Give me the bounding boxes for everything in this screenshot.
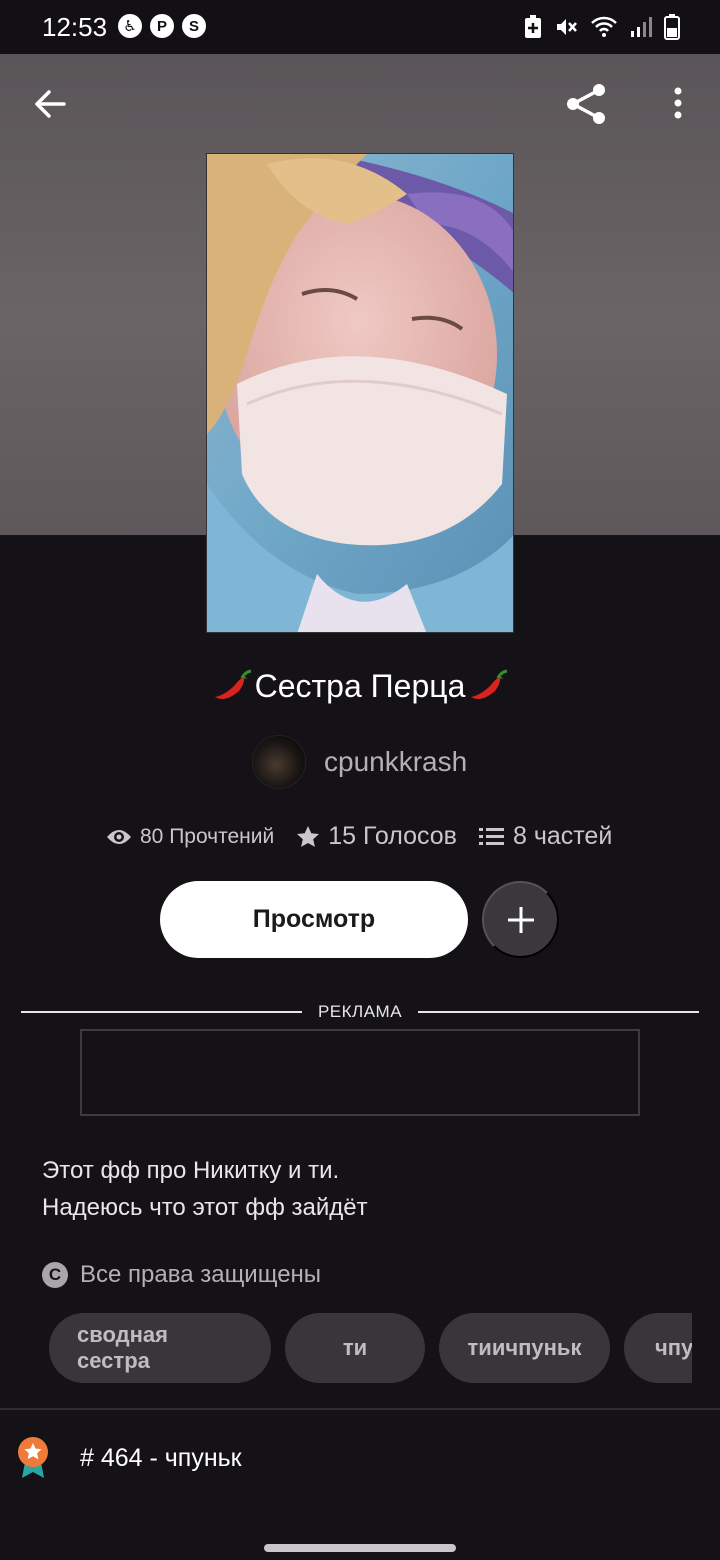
status-left-icons: ♿ P S bbox=[118, 14, 206, 38]
copyright-text: Все права защищены bbox=[80, 1261, 322, 1288]
pepper-icon bbox=[214, 669, 251, 699]
votes-count: 15 Голосов bbox=[328, 822, 457, 850]
author-avatar[interactable] bbox=[252, 735, 306, 789]
story-description: Этот фф про Никитку и ти. Надеюсь что эт… bbox=[42, 1152, 368, 1226]
ad-slot[interactable] bbox=[80, 1029, 640, 1116]
status-right-icons bbox=[524, 14, 680, 40]
ranking-row[interactable]: # 464 - чпуньк bbox=[16, 1436, 242, 1480]
battery-saver-icon bbox=[525, 15, 541, 38]
more-vert-icon bbox=[674, 87, 682, 119]
votes-stat: 15 Голосов bbox=[296, 822, 457, 851]
author-row[interactable]: cpunkkrash bbox=[252, 735, 467, 789]
story-cover-image[interactable] bbox=[206, 153, 514, 633]
copyright-row: C Все права защищены bbox=[42, 1261, 321, 1289]
wifi-icon bbox=[591, 16, 617, 37]
author-name[interactable]: cpunkkrash bbox=[324, 746, 467, 778]
status-time: 12:53 bbox=[42, 12, 108, 42]
back-arrow-icon bbox=[35, 90, 66, 118]
star-icon bbox=[297, 825, 320, 847]
cover-photo bbox=[207, 154, 513, 632]
mute-icon bbox=[557, 19, 577, 35]
pepper-icon bbox=[471, 669, 508, 699]
share-icon bbox=[567, 84, 605, 124]
story-title-text: Сестра Перца bbox=[254, 668, 466, 704]
accessibility-icon: ♿ bbox=[118, 14, 142, 38]
list-icon bbox=[478, 827, 504, 845]
plus-icon bbox=[507, 906, 534, 933]
tag-chip[interactable]: ти bbox=[285, 1313, 425, 1383]
tag-chip[interactable]: чпу bbox=[624, 1313, 692, 1383]
reads-stat: 80 Прочтений bbox=[106, 825, 274, 849]
tags-row: сводная сестра ти тиичпуньк чпу bbox=[49, 1313, 692, 1383]
home-indicator[interactable] bbox=[264, 1544, 456, 1552]
status-bar: 12:53 ♿ P S bbox=[0, 0, 720, 54]
add-to-library-button[interactable] bbox=[482, 881, 559, 958]
reads-count: 80 Прочтений bbox=[140, 824, 275, 848]
shazam-icon: S bbox=[182, 14, 206, 38]
view-button[interactable]: Просмотр bbox=[160, 881, 468, 958]
pinterest-icon: P bbox=[150, 14, 174, 38]
tag-chip[interactable]: тиичпуньк bbox=[439, 1313, 610, 1383]
story-stats: 80 Прочтений 15 Голосов 8 частей bbox=[106, 822, 612, 851]
tag-chip[interactable]: сводная сестра bbox=[49, 1313, 271, 1383]
parts-count: 8 частей bbox=[512, 822, 613, 850]
copyright-icon: C bbox=[42, 1262, 68, 1288]
ranking-badge-icon bbox=[18, 1437, 48, 1478]
ad-divider-left bbox=[21, 1011, 302, 1013]
battery-icon bbox=[664, 14, 680, 40]
share-button[interactable] bbox=[565, 82, 609, 126]
more-options-button[interactable] bbox=[666, 84, 690, 124]
story-title: Сестра Перца bbox=[0, 668, 720, 705]
description-line-1: Этот фф про Никитку и ти. bbox=[42, 1157, 340, 1184]
section-divider bbox=[0, 1408, 720, 1410]
signal-icon bbox=[631, 17, 652, 37]
eye-icon bbox=[107, 829, 131, 844]
ranking-text: # 464 - чпуньк bbox=[80, 1443, 242, 1472]
ad-divider-right bbox=[418, 1011, 699, 1013]
description-line-2: Надеюсь что этот фф зайдёт bbox=[42, 1194, 368, 1221]
parts-stat: 8 частей bbox=[478, 822, 613, 851]
back-button[interactable] bbox=[30, 84, 70, 124]
ad-label: РЕКЛАМА bbox=[317, 1002, 403, 1021]
